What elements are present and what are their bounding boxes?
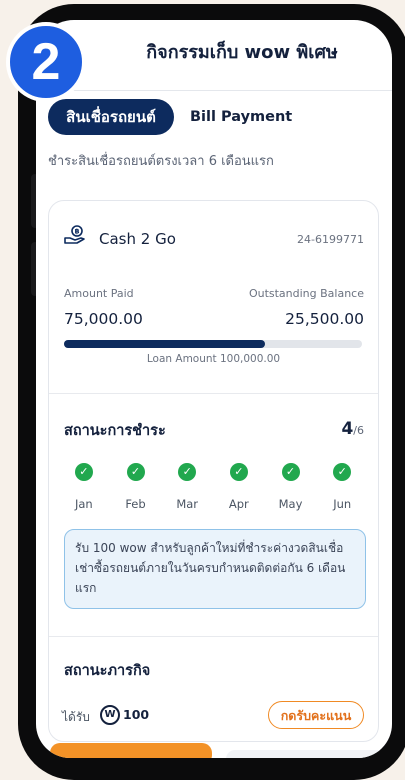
claim-points-button[interactable]: กดรับคะแนน — [268, 701, 364, 729]
phone-screen: กิจกรรมเก็บ wow พิเศษ สินเชื่อรถยนต์ Bil… — [36, 20, 392, 758]
month-item: ✓ Feb — [110, 463, 162, 511]
repayment-progress-bar — [64, 340, 362, 348]
header-divider — [36, 90, 392, 91]
check-icon: ✓ — [74, 463, 93, 481]
section-divider — [49, 393, 378, 394]
wow-coin-icon: W — [100, 705, 120, 725]
month-item: ✓ Apr — [213, 463, 265, 511]
month-label: Jun — [333, 497, 352, 511]
month-label: May — [278, 497, 303, 511]
amount-paid-label: Amount Paid — [64, 287, 134, 300]
cash-hand-icon: ฿ — [64, 225, 85, 244]
bottom-secondary-area — [226, 750, 386, 758]
campaign-info-box: รับ 100 wow สำหรับลูกค้าใหม่ที่ชำระค่างว… — [64, 529, 366, 609]
loan-product-name: Cash 2 Go — [99, 230, 176, 248]
loan-amount-text: Loan Amount 100,000.00 — [146, 353, 281, 365]
month-item: ✓ May — [265, 463, 317, 511]
section-divider — [49, 636, 378, 637]
month-label: Jan — [74, 497, 93, 511]
campaign-subtitle: ชำระสินเชื่อรถยนต์ตรงเวลา 6 เดือนแรก — [48, 154, 274, 169]
outstanding-balance-label: Outstanding Balance — [248, 287, 364, 300]
repayment-progress-fill — [64, 340, 266, 348]
svg-text:฿: ฿ — [75, 228, 80, 236]
month-item: ✓ Jun — [316, 463, 368, 511]
tab-bill-payment[interactable]: Bill Payment — [190, 99, 292, 135]
step-number-badge: 2 — [6, 22, 86, 102]
payment-status-title: สถานะการชำระ — [64, 423, 166, 439]
mission-status-title: สถานะภารกิจ — [64, 663, 151, 679]
amount-paid-value: 75,000.00 — [64, 310, 143, 328]
month-label: Feb — [125, 497, 146, 511]
reward-value: 100 — [123, 707, 150, 722]
bottom-action-button[interactable] — [50, 743, 212, 758]
tab-car-loan[interactable]: สินเชื่อรถยนต์ — [48, 99, 174, 135]
page-title: กิจกรรมเก็บ wow พิเศษ — [146, 42, 338, 63]
check-icon: ✓ — [126, 463, 145, 481]
loan-account-number: 24-6199771 — [297, 233, 364, 246]
month-status-row: ✓ Jan ✓ Feb ✓ Mar ✓ Apr ✓ May ✓ Jun — [58, 463, 368, 511]
check-icon: ✓ — [178, 463, 197, 481]
loan-card: ฿ Cash 2 Go 24-6199771 Amount Paid Outst… — [48, 200, 379, 742]
month-item: ✓ Mar — [161, 463, 213, 511]
month-label: Mar — [176, 497, 199, 511]
month-label: Apr — [228, 497, 249, 511]
payment-count-total: /6 — [353, 424, 364, 437]
check-icon: ✓ — [333, 463, 352, 481]
payment-count-paid: 4 — [341, 419, 354, 439]
reward-label: ได้รับ — [62, 710, 90, 724]
check-icon: ✓ — [229, 463, 248, 481]
month-item: ✓ Jan — [58, 463, 110, 511]
check-icon: ✓ — [281, 463, 300, 481]
payment-count: 4/6 — [341, 419, 364, 439]
outstanding-balance-value: 25,500.00 — [285, 310, 364, 328]
